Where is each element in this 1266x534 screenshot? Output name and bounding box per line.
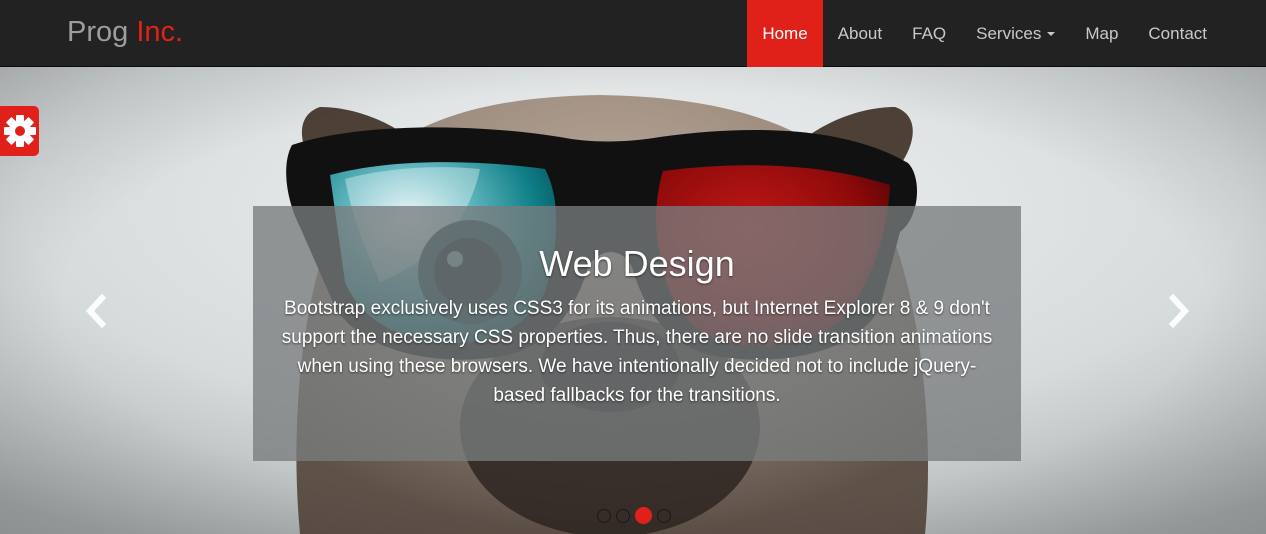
nav-item-services: Services (961, 0, 1070, 67)
brand-prefix: Prog (67, 16, 129, 48)
carousel-indicator-1[interactable] (597, 509, 611, 523)
hero-carousel: Web Design Bootstrap exclusively uses CS… (0, 67, 1266, 534)
carousel-prev-button[interactable] (82, 293, 112, 329)
nav-link-faq[interactable]: FAQ (897, 0, 961, 67)
chevron-left-icon (85, 293, 107, 329)
nav-item-contact: Contact (1133, 0, 1222, 67)
carousel-indicators (597, 507, 671, 524)
carousel-indicator-2[interactable] (616, 509, 630, 523)
nav-link-home[interactable]: Home (747, 0, 823, 67)
nav-link-map[interactable]: Map (1070, 0, 1133, 67)
main-nav: Home About FAQ Services Map Contact (747, 0, 1222, 67)
nav-item-map: Map (1070, 0, 1133, 67)
caret-down-icon (1047, 31, 1056, 36)
brand-logo[interactable]: Prog Inc. (67, 15, 183, 49)
nav-item-faq: FAQ (897, 0, 961, 67)
slide-text: Bootstrap exclusively uses CSS3 for its … (281, 298, 993, 406)
nav-link-about[interactable]: About (823, 0, 897, 67)
nav-item-home: Home (747, 0, 823, 67)
carousel-indicator-4[interactable] (657, 509, 671, 523)
carousel-indicator-3[interactable] (635, 507, 652, 524)
brand-accent: Inc. (136, 16, 184, 48)
nav-link-contact[interactable]: Contact (1133, 0, 1222, 67)
slide-caption: Web Design Bootstrap exclusively uses CS… (253, 206, 1021, 461)
chevron-right-icon (1168, 293, 1190, 329)
nav-item-about: About (823, 0, 897, 67)
carousel-next-button[interactable] (1163, 293, 1193, 329)
settings-toggle-button[interactable] (0, 106, 39, 156)
gear-icon (3, 115, 36, 147)
slide-title: Web Design (539, 243, 735, 284)
nav-link-services-label: Services (976, 23, 1042, 43)
nav-link-services[interactable]: Services (961, 0, 1070, 67)
navbar: Prog Inc. Home About FAQ Services Map Co… (0, 0, 1266, 67)
